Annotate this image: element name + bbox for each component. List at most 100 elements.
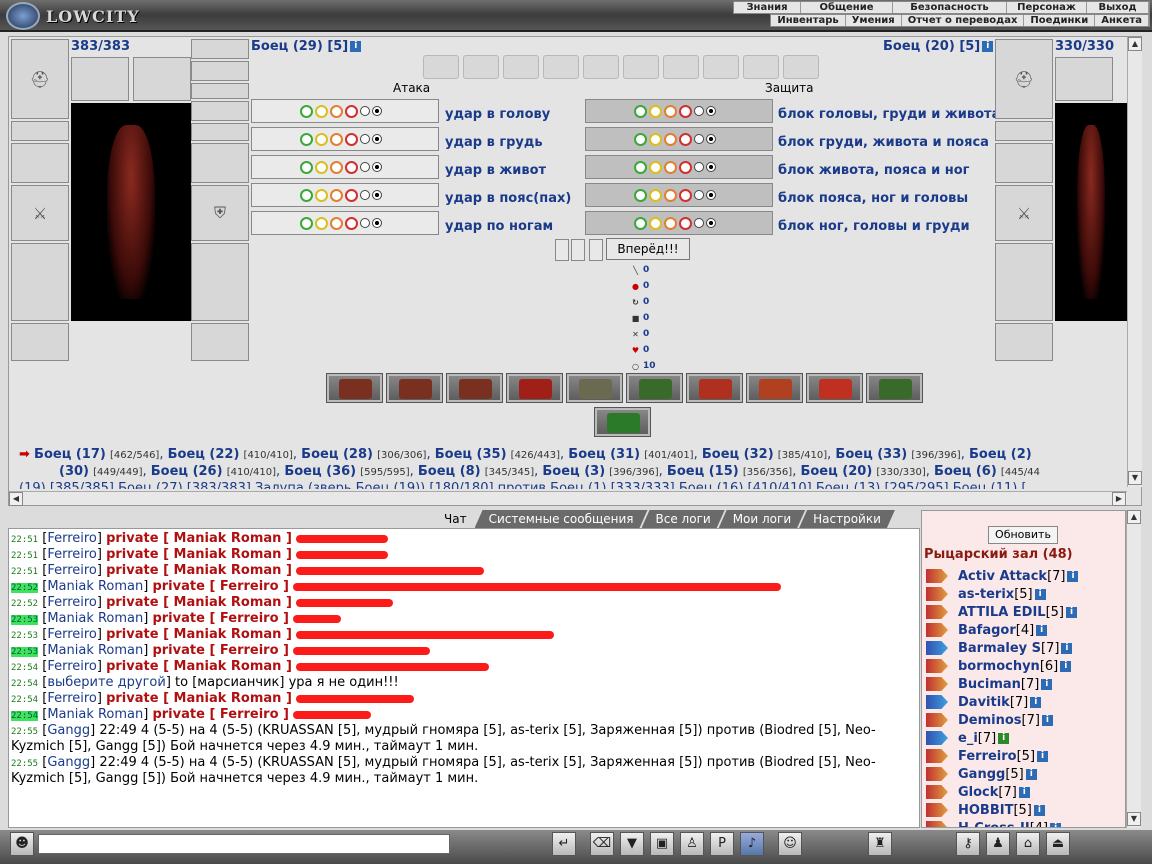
lock-icon[interactable]: ⚷ [956,832,980,856]
user-list-item[interactable]: HOBBIT [5] i [926,801,1125,819]
menu-communication[interactable]: Общение [801,2,893,13]
info-icon[interactable]: i [998,732,1010,744]
user-list-item[interactable]: Bafagor [4] i [926,621,1125,639]
right-fighter-name[interactable]: Боец (20) [5] i [883,39,994,54]
chat-private-target[interactable]: private [ Ferreiro ] [152,707,289,722]
tab-settings[interactable]: Настройки [799,510,895,528]
chat-nick[interactable]: выберите другой [47,675,166,690]
block-radio-group[interactable] [585,155,773,179]
chat-nick[interactable]: Gangg [47,755,90,770]
chat-private-target[interactable]: private [ Maniak Roman ] [106,547,292,562]
fighter-entry[interactable]: (30) [449/449], [59,464,151,479]
left-fighter-name[interactable]: Боец (29) [5] i [251,39,362,54]
attack-radio-group[interactable] [251,211,439,235]
user-name[interactable]: as-terix [958,587,1014,602]
user-name[interactable]: Buciman [958,677,1021,692]
chat-nick[interactable]: Gangg [47,723,90,738]
user-name[interactable]: HOBBIT [958,803,1013,818]
right-bracers-slot[interactable] [995,143,1053,183]
fighter-entry[interactable]: Боец (8) [345/345], [418,464,543,479]
user-name[interactable]: e_i [958,731,978,746]
submenu-skills[interactable]: Умения [846,15,902,26]
right-weapon-slot[interactable]: ⚔ [995,185,1053,241]
user-name[interactable]: Deminos [958,713,1022,728]
exit-icon[interactable]: ⏏ [1046,832,1070,856]
left-earring-slot[interactable] [11,121,69,141]
tab-chat[interactable]: Чат [430,510,481,528]
fighter-entry[interactable]: Боец (15) [356/356], [667,464,801,479]
info-icon[interactable]: i [1037,750,1049,762]
chat-nick[interactable]: Maniak Roman [47,611,143,626]
small-action-button[interactable] [589,239,603,261]
info-icon[interactable]: i [1033,804,1045,816]
info-icon[interactable]: i [1036,624,1048,636]
fighter-entry[interactable]: Боец (33) [396/396], [835,447,969,462]
info-icon[interactable]: i [350,41,362,52]
menu-character[interactable]: Персонаж [1007,2,1087,13]
user-name[interactable]: Gangg [958,767,1005,782]
technique-button[interactable] [506,373,563,403]
fighter-entry[interactable]: Боец (32) [385/410], [702,447,836,462]
menu-knowledge[interactable]: Знания [734,2,801,13]
technique-button[interactable] [746,373,803,403]
chat-private-target[interactable]: private [ Maniak Roman ] [106,627,292,642]
battle-scrollbar[interactable]: ▲ ▼ [1127,37,1142,487]
person-icon[interactable]: ♟ [986,832,1010,856]
attack-radio-group[interactable] [251,127,439,151]
chat-input[interactable] [38,834,450,854]
menu-exit[interactable]: Выход [1087,2,1149,13]
left-pants-slot[interactable] [191,243,249,321]
block-radio-group[interactable] [585,127,773,151]
small-action-button[interactable] [555,239,569,261]
info-icon[interactable]: i [1061,642,1073,654]
chat-private-target[interactable]: private [ Ferreiro ] [152,643,289,658]
left-amulet-slot[interactable] [191,39,249,59]
submenu-inventory[interactable]: Инвентарь [771,15,846,26]
helmet-icon[interactable]: ♜ [868,832,892,856]
scroll-slot[interactable] [583,55,619,79]
left-rings-slot[interactable] [191,61,249,81]
user-list-item[interactable]: Glock [7] i [926,783,1125,801]
chat-nick[interactable]: Maniak Roman [47,643,143,658]
scroll-down-icon[interactable]: ▼ [1127,812,1141,826]
chat-private-target[interactable]: private [ Maniak Roman ] [106,595,292,610]
chat-nick[interactable]: Maniak Roman [47,707,143,722]
block-radio-group[interactable] [585,99,773,123]
block-radio-group[interactable] [585,183,773,207]
user-name[interactable]: H-Cross-II [958,821,1030,828]
scroll-slot[interactable] [503,55,539,79]
chat-private-target[interactable]: private [ Maniak Roman ] [106,531,292,546]
chat-private-target[interactable]: private [ Ferreiro ] [152,611,289,626]
left-shield-slot[interactable]: ⛨ [191,185,249,241]
submenu-duels[interactable]: Поединки [1024,15,1096,26]
block-radio-group[interactable] [585,211,773,235]
info-icon[interactable]: i [1067,570,1079,582]
head-icon[interactable]: ☻ [10,832,34,856]
user-list-item[interactable]: Deminos [7] i [926,711,1125,729]
right-armor-slot[interactable] [995,243,1053,321]
technique-button[interactable] [566,373,623,403]
user-name[interactable]: Davitik [958,695,1010,710]
fighter-entry[interactable]: Боец (3) [396/396], [542,464,667,479]
user-name[interactable]: Bafagor [958,623,1016,638]
scroll-slot[interactable] [463,55,499,79]
music-icon[interactable]: ♪ [740,832,764,856]
technique-button[interactable] [594,407,651,437]
info-icon[interactable]: i [1030,696,1042,708]
info-icon[interactable]: i [1041,714,1053,726]
technique-button[interactable] [446,373,503,403]
scroll-slot[interactable] [703,55,739,79]
chat-nick[interactable]: Maniak Roman [47,579,143,594]
chat-nick[interactable]: Ferreiro [47,595,97,610]
menu-security[interactable]: Безопасность [893,2,1007,13]
user-list-item[interactable]: Activ Attack [7] i [926,567,1125,585]
left-belt-slot[interactable] [11,323,69,361]
scroll-up-icon[interactable]: ▲ [1127,510,1141,524]
fighter-entry[interactable]: Боец (31) [401/401], [568,447,702,462]
left-gem2-slot[interactable] [191,123,249,141]
chat-nick[interactable]: Ferreiro [47,531,97,546]
fighter-entry[interactable]: Боец (22) [410/410], [168,447,302,462]
save-icon[interactable]: ▣ [650,832,674,856]
right-potion-slot[interactable] [1055,57,1113,101]
user-name[interactable]: Activ Attack [958,569,1047,584]
